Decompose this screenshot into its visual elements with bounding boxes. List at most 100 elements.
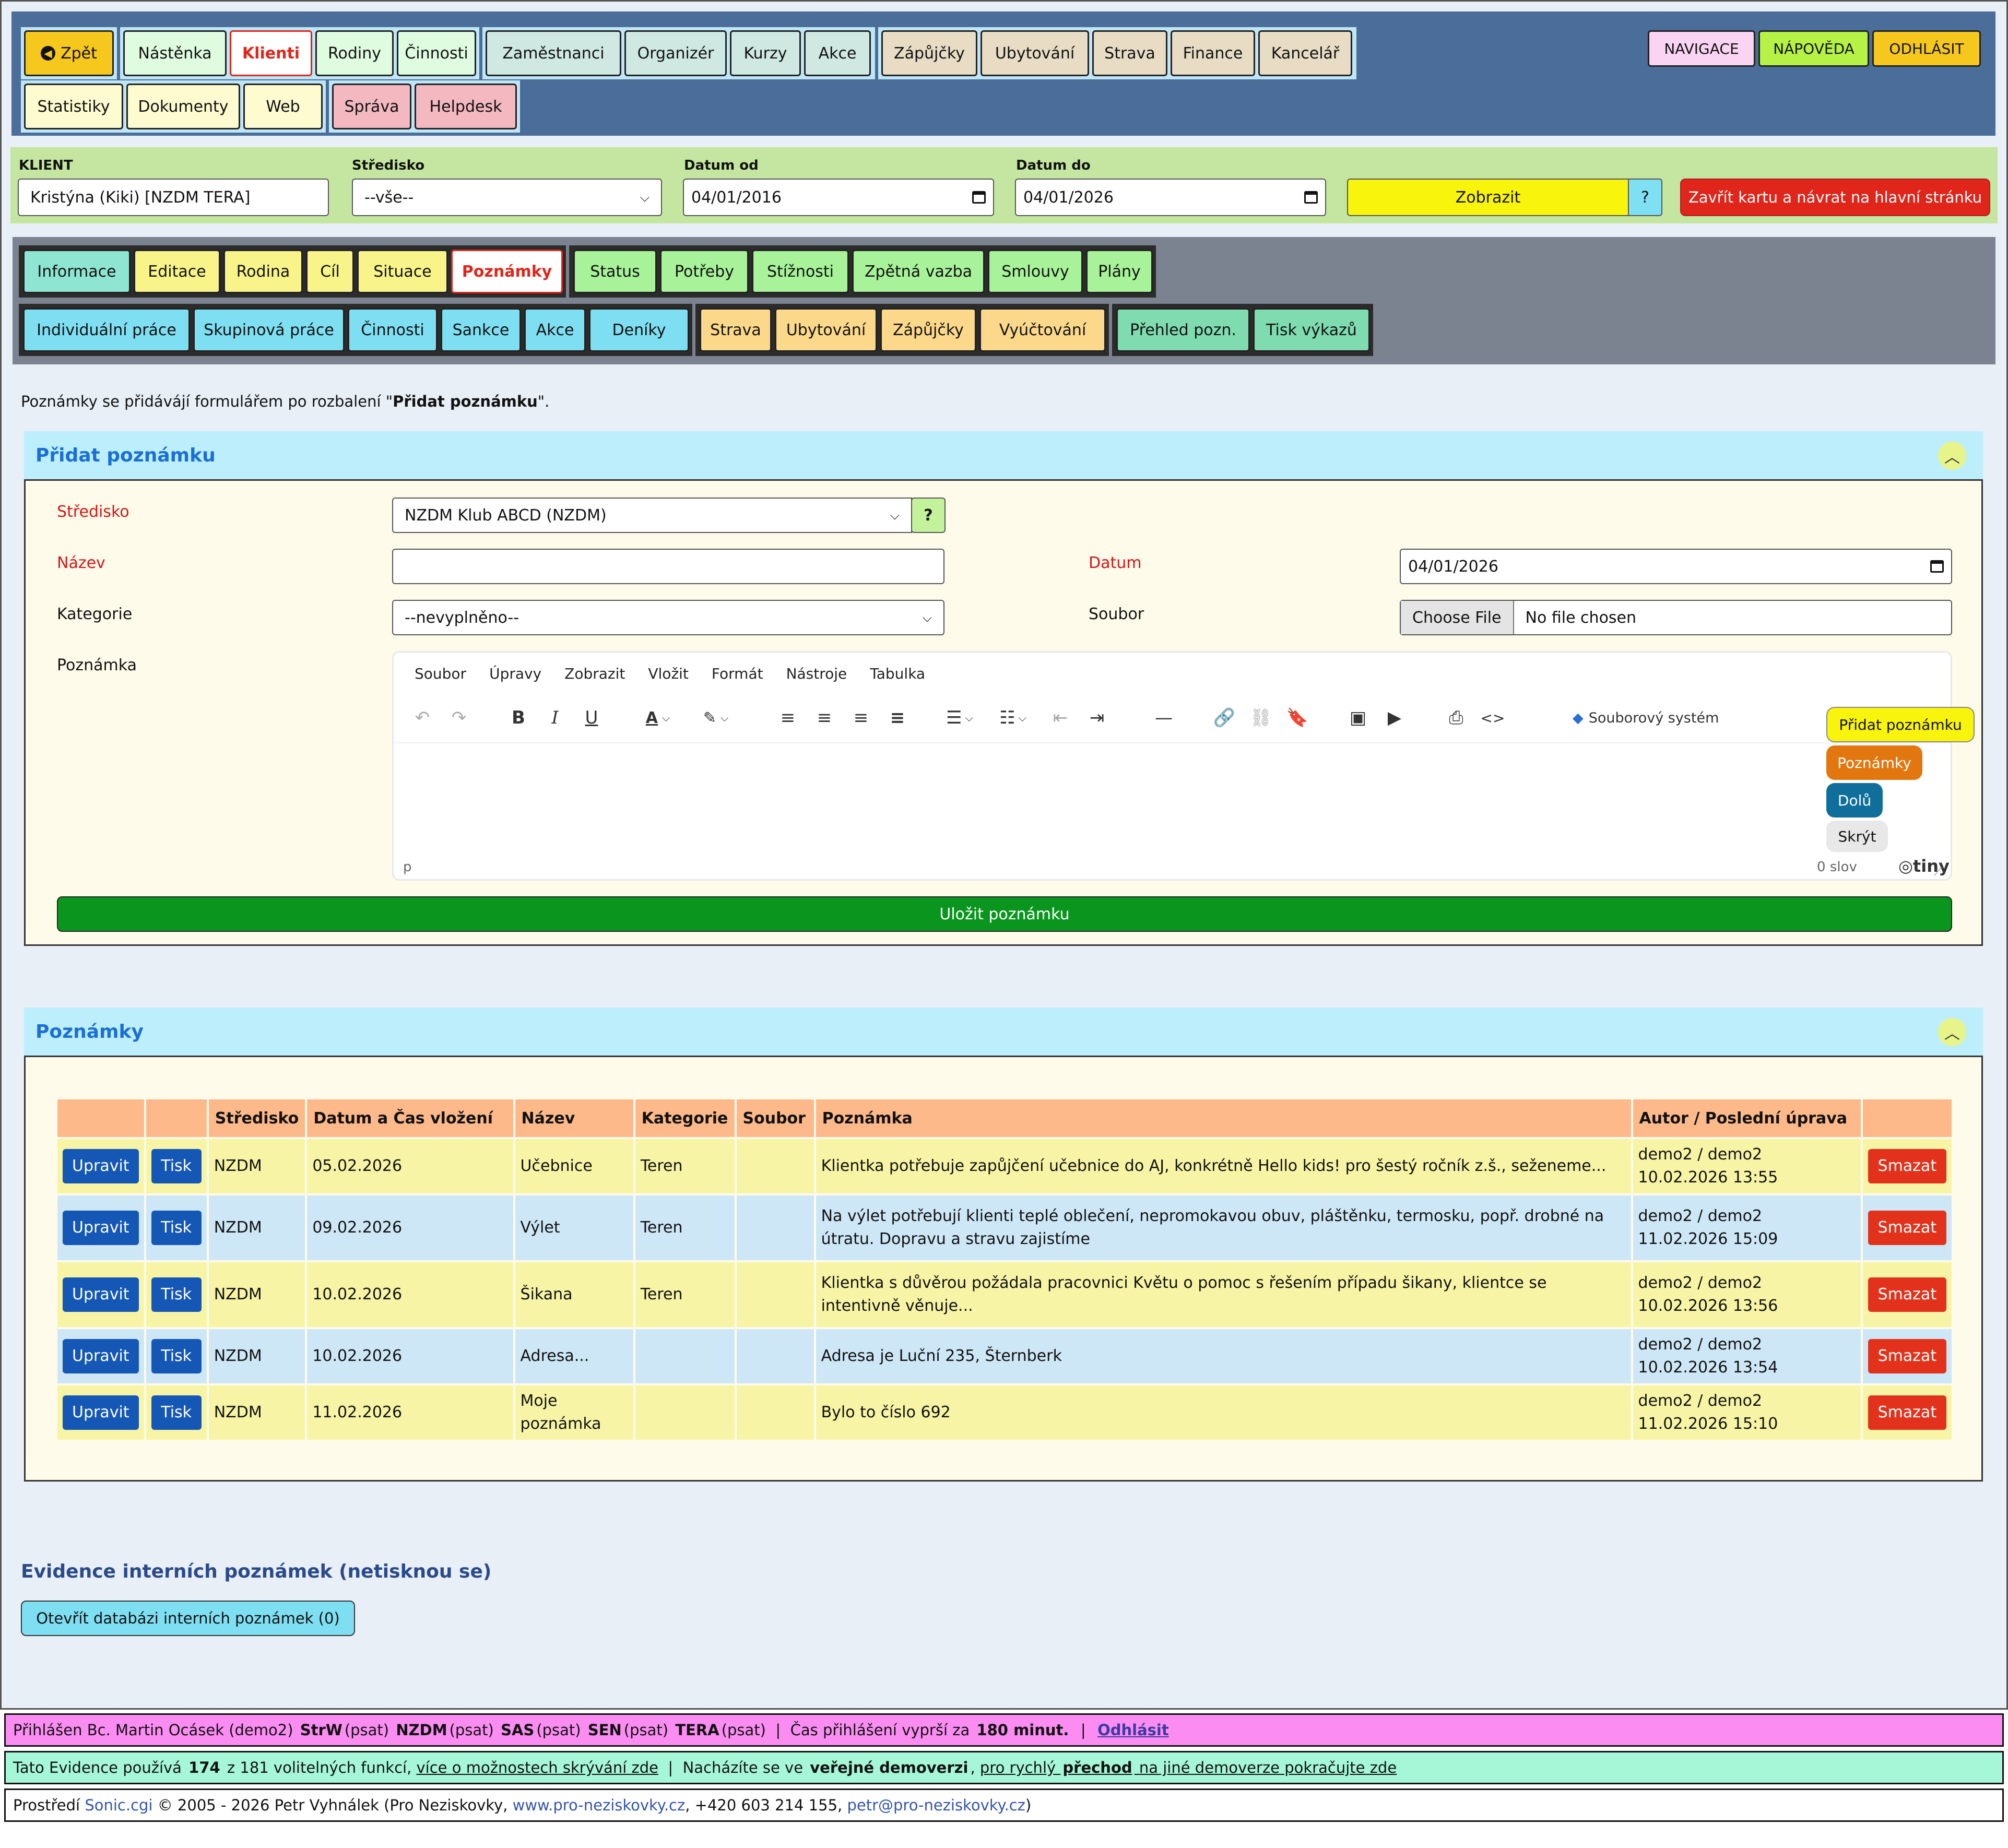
edit-button[interactable]: Upravit xyxy=(63,1339,139,1373)
tab-strava[interactable]: Strava xyxy=(700,308,772,352)
print-button[interactable]: Tisk xyxy=(151,1277,202,1312)
align-left-icon[interactable]: ≡ xyxy=(775,704,801,732)
datum-od-input[interactable]: 04/01/2016 xyxy=(683,179,994,216)
redo-icon[interactable]: ↷ xyxy=(446,704,472,732)
editor-content-area[interactable] xyxy=(394,743,1951,853)
bookmark-icon[interactable]: 🔖 xyxy=(1284,704,1310,732)
image-icon[interactable]: ▣ xyxy=(1345,704,1371,732)
zobrazit-help-button[interactable]: ? xyxy=(1628,179,1662,216)
side-poznamky-button[interactable]: Poznámky xyxy=(1826,745,1922,780)
delete-button[interactable]: Smazat xyxy=(1868,1149,1946,1183)
nazev-input[interactable] xyxy=(392,549,944,584)
source-code-icon[interactable]: <> xyxy=(1480,704,1506,732)
align-center-icon[interactable]: ≡ xyxy=(811,704,837,732)
tab-skupinova-prace[interactable]: Skupinová práce xyxy=(193,308,345,352)
text-color-icon[interactable]: A ⌵ xyxy=(637,704,679,732)
nav-kancelar[interactable]: Kancelář xyxy=(1258,30,1352,76)
tab-plany[interactable]: Plány xyxy=(1086,250,1153,293)
zavrit-kartu-button[interactable]: Zavřít kartu a návrat na hlavní stránku xyxy=(1680,179,1990,216)
unlink-icon[interactable]: ⛓ xyxy=(1248,704,1274,732)
tab-smlouvy[interactable]: Smlouvy xyxy=(988,250,1083,293)
edit-button[interactable]: Upravit xyxy=(63,1277,139,1312)
soubor-file-input[interactable]: Choose File No file chosen xyxy=(1400,600,1952,635)
bullet-list-icon[interactable]: ☰ ⌵ xyxy=(939,704,981,732)
undo-icon[interactable]: ↶ xyxy=(409,704,435,732)
editor-menu-soubor[interactable]: Soubor xyxy=(415,665,466,682)
notes-header[interactable]: Poznámky xyxy=(24,1008,1983,1056)
resize-handle-icon[interactable]: ⟋ xyxy=(1934,866,1942,879)
tab-ubytovani[interactable]: Ubytování xyxy=(775,308,877,352)
outdent-icon[interactable]: ⇤ xyxy=(1047,704,1073,732)
stredisko-select[interactable]: --vše-- ⌵ xyxy=(352,179,662,216)
print-button[interactable]: Tisk xyxy=(151,1395,202,1430)
side-skryt-button[interactable]: Skrýt xyxy=(1826,821,1888,852)
print-icon[interactable]: ⎙ xyxy=(1443,704,1469,732)
editor-menu-zobrazit[interactable]: Zobrazit xyxy=(564,665,625,682)
tab-sankce[interactable]: Sankce xyxy=(441,308,521,352)
delete-button[interactable]: Smazat xyxy=(1868,1395,1946,1430)
nav-rodiny[interactable]: Rodiny xyxy=(315,30,394,76)
editor-menu-tabulka[interactable]: Tabulka xyxy=(870,665,925,682)
numbered-list-icon[interactable]: ☷ ⌵ xyxy=(992,704,1034,732)
save-note-button[interactable]: Uložit poznámku xyxy=(57,896,1952,932)
kategorie-select[interactable]: --nevyplněno-- ⌵ xyxy=(392,600,944,635)
collapse-icon[interactable]: ︿ xyxy=(1938,1018,1966,1046)
nav-akce[interactable]: Akce xyxy=(804,30,871,76)
nav-ubytovani[interactable]: Ubytování xyxy=(981,30,1089,76)
klient-field[interactable]: Kristýna (Kiki) [NZDM TERA] xyxy=(18,179,329,216)
nav-finance[interactable]: Finance xyxy=(1171,30,1255,76)
footer-demo-link[interactable]: pro rychlý přechod na jiné demoverze pok… xyxy=(980,1759,1397,1776)
tab-potreby[interactable]: Potřeby xyxy=(660,250,749,293)
navigace-button[interactable]: NAVIGACE xyxy=(1648,30,1755,67)
open-internal-notes-button[interactable]: Otevřít databázi interních poznámek (0) xyxy=(21,1601,355,1636)
align-justify-icon[interactable]: ≡ xyxy=(884,704,911,732)
datum-input[interactable]: 04/01/2026 xyxy=(1400,549,1952,584)
tab-situace[interactable]: Situace xyxy=(357,250,448,293)
nav-zamestnanci[interactable]: Zaměstnanci xyxy=(486,30,621,76)
footer-email-link[interactable]: petr@pro-neziskovky.cz xyxy=(847,1796,1025,1814)
highlight-color-icon[interactable]: ✎ ⌵ xyxy=(692,704,739,732)
editor-menu-format[interactable]: Formát xyxy=(712,665,763,682)
tab-zpetna-vazba[interactable]: Zpětná vazba xyxy=(852,250,985,293)
souborovy-system-button[interactable]: ◆ Souborový systém xyxy=(1573,704,1719,732)
print-button[interactable]: Tisk xyxy=(151,1149,202,1183)
edit-button[interactable]: Upravit xyxy=(63,1211,139,1245)
align-right-icon[interactable]: ≡ xyxy=(848,704,874,732)
napoveda-button[interactable]: NÁPOVĚDA xyxy=(1758,30,1869,67)
editor-menu-upravy[interactable]: Úpravy xyxy=(489,665,541,682)
nav-web[interactable]: Web xyxy=(243,84,323,129)
edit-button[interactable]: Upravit xyxy=(63,1149,139,1183)
calendar-icon[interactable] xyxy=(972,191,986,204)
delete-button[interactable]: Smazat xyxy=(1868,1339,1946,1373)
nav-kurzy[interactable]: Kurzy xyxy=(730,30,801,76)
datum-do-input[interactable]: 04/01/2026 xyxy=(1015,179,1326,216)
nav-nastenka[interactable]: Nástěnka xyxy=(123,30,227,76)
italic-icon[interactable]: I xyxy=(542,704,568,732)
horizontal-line-icon[interactable]: — xyxy=(1151,704,1177,732)
tab-editace[interactable]: Editace xyxy=(134,250,220,293)
nav-strava[interactable]: Strava xyxy=(1092,30,1167,76)
tab-individualni-prace[interactable]: Individuální práce xyxy=(23,308,190,352)
delete-button[interactable]: Smazat xyxy=(1868,1277,1946,1312)
side-pridat-poznamku-button[interactable]: Přidat poznámku xyxy=(1826,707,1975,742)
tab-vyuctovani[interactable]: Vyúčtování xyxy=(979,308,1106,352)
collapse-icon[interactable]: ︿ xyxy=(1938,442,1966,470)
tab-deniky[interactable]: Deníky xyxy=(589,308,689,352)
tab-tisk-vykazu[interactable]: Tisk výkazů xyxy=(1253,308,1370,352)
tab-poznamky[interactable]: Poznámky xyxy=(451,250,563,293)
link-icon[interactable]: 🔗 xyxy=(1211,704,1237,732)
edit-button[interactable]: Upravit xyxy=(63,1395,139,1430)
tab-rodina[interactable]: Rodina xyxy=(223,250,303,293)
media-icon[interactable]: ▶ xyxy=(1381,704,1408,732)
zobrazit-button[interactable]: Zobrazit xyxy=(1347,179,1629,216)
back-button[interactable]: ◀ Zpět xyxy=(24,30,114,76)
nav-cinnosti[interactable]: Činnosti xyxy=(397,30,476,76)
calendar-icon[interactable] xyxy=(1930,560,1944,573)
indent-icon[interactable]: ⇥ xyxy=(1084,704,1110,732)
underline-icon[interactable]: U xyxy=(578,704,605,732)
form-stredisko-select[interactable]: NZDM Klub ABCD (NZDM) ⌵ xyxy=(392,497,912,533)
tab-cinnosti[interactable]: Činnosti xyxy=(348,308,438,352)
choose-file-button[interactable]: Choose File xyxy=(1401,601,1514,634)
nav-klienti[interactable]: Klienti xyxy=(230,30,312,76)
tab-prehled-pozn[interactable]: Přehled pozn. xyxy=(1116,308,1250,352)
